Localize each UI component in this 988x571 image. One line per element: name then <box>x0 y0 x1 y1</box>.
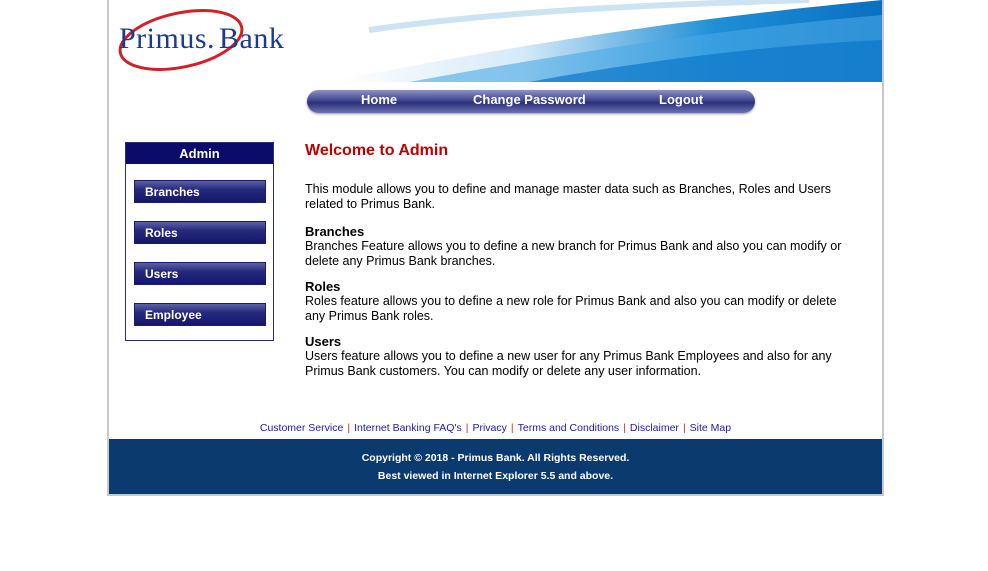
sidebar-item-branches[interactable]: Branches <box>134 180 266 203</box>
section-heading: Roles <box>305 279 341 294</box>
section-text: Roles feature allows you to define a new… <box>305 294 837 323</box>
section-users: Users Users feature allows you to define… <box>305 334 845 379</box>
section-heading: Branches <box>305 224 365 239</box>
disclaimer-link[interactable]: Disclaimer <box>630 422 679 434</box>
section-text: Users feature allows you to define a new… <box>305 349 832 378</box>
nav-home-link[interactable]: Home <box>361 92 397 107</box>
browser-note: Best viewed in Internet Explorer 5.5 and… <box>377 470 614 482</box>
section-text: Branches Feature allows you to define a … <box>305 239 842 268</box>
link-separator: | <box>347 422 351 434</box>
privacy-link[interactable]: Privacy <box>472 422 506 434</box>
link-separator: | <box>465 422 469 434</box>
faq-link[interactable]: Internet Banking FAQ's <box>354 422 462 434</box>
intro-text: This module allows you to define and man… <box>305 182 831 211</box>
customer-service-link[interactable]: Customer Service <box>260 422 343 434</box>
header-banner: Primus. Bank <box>109 0 882 82</box>
terms-link[interactable]: Terms and Conditions <box>518 422 620 434</box>
section-branches: Branches Branches Feature allows you to … <box>305 224 845 269</box>
nav-logout-link[interactable]: Logout <box>659 92 703 107</box>
admin-sidebar: Admin Branches Roles Users Employee <box>125 142 274 341</box>
nav-change-password-link[interactable]: Change Password <box>473 92 586 107</box>
link-separator: | <box>682 422 686 434</box>
sidebar-item-users[interactable]: Users <box>134 262 266 285</box>
page-title: Welcome to Admin <box>305 142 449 159</box>
logo: Primus. Bank <box>119 22 284 56</box>
link-separator: | <box>623 422 626 434</box>
page-frame: Primus. Bank Home Change Password Logout … <box>107 0 884 496</box>
section-roles: Roles Roles feature allows you to define… <box>305 279 845 324</box>
sidebar-title: Admin <box>126 143 273 164</box>
link-separator: | <box>510 422 514 434</box>
main-content: Welcome to Admin This module allows you … <box>305 142 845 379</box>
sidebar-item-roles[interactable]: Roles <box>134 221 266 244</box>
site-map-link[interactable]: Site Map <box>690 422 731 434</box>
footer-bar: Copyright © 2018 - Primus Bank. All Righ… <box>109 439 882 494</box>
sidebar-item-employee[interactable]: Employee <box>134 303 266 326</box>
footer-links: Customer Service | Internet Banking FAQ's |… <box>109 422 882 434</box>
logo-secondary: Bank <box>219 22 285 55</box>
logo-primary: Primus. <box>119 22 216 55</box>
copyright-text: Copyright © 2018 - Primus Bank. All Righ… <box>361 452 630 464</box>
top-navigation: Home Change Password Logout <box>307 90 755 113</box>
section-heading: Users <box>305 334 342 349</box>
